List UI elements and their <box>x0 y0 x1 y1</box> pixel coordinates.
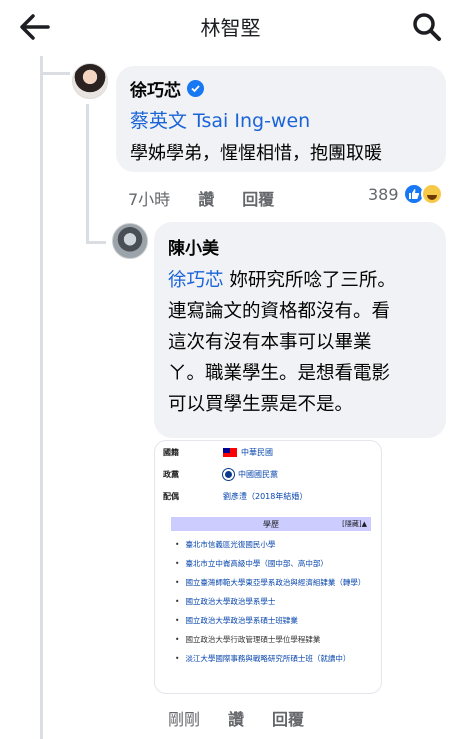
comment-author[interactable]: 徐巧芯 <box>130 76 181 101</box>
reply-button[interactable]: 回覆 <box>242 186 274 210</box>
reply-text-line: 這次有沒有本事可以畢業 <box>168 332 372 353</box>
list-item: • 淡江大學國際事務與戰略研究所碩士班（就讀中） <box>175 654 351 663</box>
reply-thread-line <box>86 104 89 244</box>
info-value: 中國國民黨 <box>223 468 278 480</box>
reply-text-line: 連寫論文的資格都沒有。看 <box>168 301 391 322</box>
info-row: 政黨 中國國民黨 <box>155 463 381 485</box>
reply-text-line: 可以買學生票是不是。 <box>168 394 354 415</box>
avatar[interactable] <box>72 63 108 99</box>
haha-reaction-icon <box>420 183 443 205</box>
list-item: • 國立政治大學政治學系碩士班肄業 <box>175 616 298 625</box>
search-icon <box>413 13 441 41</box>
reaction-summary[interactable]: 389 <box>368 183 443 205</box>
verified-icon <box>187 80 204 97</box>
attached-image[interactable]: 國籍 中華民國 政黨 中國國民黨 配偶 劉彥澧（2018年結婚） 學歷 [隱藏]… <box>154 440 382 694</box>
comment-time[interactable]: 7小時 <box>128 186 170 210</box>
like-button[interactable]: 讚 <box>198 186 214 210</box>
comment-author-row: 徐巧芯 <box>130 76 432 101</box>
education-title: 學歷 <box>263 519 279 529</box>
like-button[interactable]: 讚 <box>228 706 244 730</box>
reply-time[interactable]: 剛剛 <box>168 706 200 730</box>
list-item: • 國立政治大學政治學系學士 <box>175 597 276 606</box>
flag-icon <box>223 447 237 457</box>
reply-actions: 剛剛 讚 回覆 <box>168 706 304 730</box>
info-key: 國籍 <box>163 447 179 457</box>
comment-actions: 7小時 讚 回覆 <box>128 186 274 210</box>
reaction-count: 389 <box>368 184 399 204</box>
party-emblem-icon <box>223 468 234 480</box>
reply-button[interactable]: 回覆 <box>272 706 304 730</box>
reply-mention[interactable]: 徐巧芯 <box>168 270 224 291</box>
top-bar: 林智堅 <box>0 0 461 54</box>
education-header: 學歷 [隱藏]▲ <box>171 517 371 531</box>
hide-toggle: [隱藏]▲ <box>342 520 367 528</box>
search-button[interactable] <box>411 11 443 43</box>
reply-thread-branch <box>86 241 106 244</box>
info-row: 國籍 中華民國 <box>155 441 381 463</box>
avatar[interactable] <box>112 223 148 259</box>
reply-author[interactable]: 陳小美 <box>168 234 432 259</box>
page-title: 林智堅 <box>200 16 261 40</box>
info-row: 配偶 劉彥澧（2018年結婚） <box>155 485 381 507</box>
info-value: 中華民國 <box>223 447 273 458</box>
thread-line-branch <box>40 72 70 75</box>
comment-bubble: 徐巧芯 蔡英文 Tsai Ing-wen 學姊學弟，惺惺相惜，抱團取暖 <box>116 66 446 172</box>
thread-line <box>40 56 43 739</box>
reply-bubble: 陳小美 徐巧芯 妳研究所唸了三所。 連寫論文的資格都沒有。看 這次有沒有本事可以… <box>154 222 446 438</box>
reply-text-line: 妳研究所唸了三所。 <box>223 270 396 291</box>
info-value: 劉彥澧（2018年結婚） <box>223 491 308 501</box>
education-list: • 臺北市信義區光復國民小學 • 臺北市立中崙高級中學（國中部、高中部） • 國立臺灣… <box>175 535 381 668</box>
comment-mention[interactable]: 蔡英文 Tsai Ing-wen <box>130 106 432 133</box>
reply-text-line: ㄚ。職業學生。是想看電影 <box>168 363 391 384</box>
list-item: • 臺北市信義區光復國民小學 <box>175 540 276 549</box>
info-key: 配偶 <box>163 491 179 501</box>
list-item: • 國立臺灣師範大學東亞學系政治與經濟組肄業（轉學） <box>175 578 366 587</box>
list-item: • 臺北市立中崙高級中學（國中部、高中部） <box>175 559 328 568</box>
list-item: • 國立政治大學行政管理碩士學位學程肄業 <box>175 635 321 644</box>
comment-text: 學姊學弟，惺惺相惜，抱團取暖 <box>130 143 382 164</box>
reply-text: 徐巧芯 妳研究所唸了三所。 連寫論文的資格都沒有。看 這次有沒有本事可以畢業 ㄚ… <box>168 265 432 420</box>
info-key: 政黨 <box>163 469 179 479</box>
